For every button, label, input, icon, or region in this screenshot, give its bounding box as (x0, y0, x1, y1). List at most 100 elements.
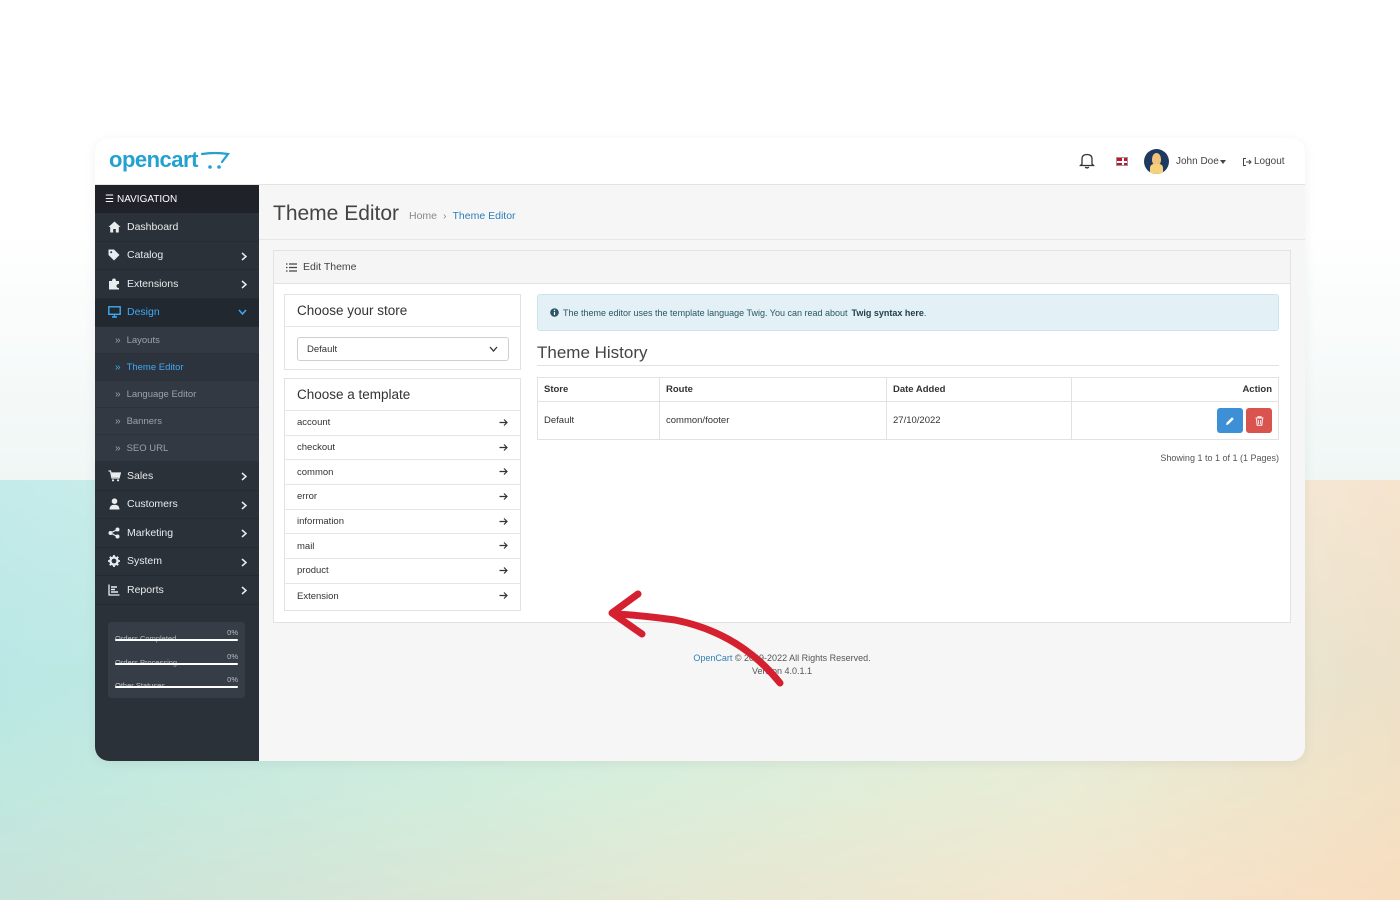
sidebar-item-dashboard[interactable]: Dashboard (95, 213, 259, 242)
stat-other-statuses: Other Statuses 0% (115, 675, 238, 699)
history-divider (537, 365, 1279, 366)
alert-end: . (923, 307, 927, 318)
navigation-label: NAVIGATION (116, 193, 178, 205)
bell-icon[interactable] (1079, 152, 1095, 169)
arrow-right-icon (499, 517, 508, 525)
logout-link[interactable]: Logout (1242, 156, 1285, 167)
sidebar-subitem-theme-editor[interactable]: » Theme Editor (95, 354, 259, 381)
sidebar-item-label: Marketing (127, 526, 174, 539)
bar-chart-icon (107, 584, 121, 596)
template-item-account[interactable]: account (285, 411, 520, 436)
header-divider (259, 239, 1305, 240)
template-item-error[interactable]: error (285, 485, 520, 510)
monitor-icon (107, 306, 121, 318)
template-box-title: Choose a template (285, 379, 520, 411)
twig-syntax-link[interactable]: Twig syntax here (852, 308, 924, 318)
caret-down-icon[interactable] (1220, 160, 1226, 164)
sidebar-subitem-label: Theme Editor (126, 361, 184, 373)
puzzle-icon (107, 278, 121, 290)
template-list: account checkout common error informatio… (285, 411, 520, 609)
arrow-right-icon (499, 567, 508, 575)
breadcrumb-home[interactable]: Home (409, 210, 437, 222)
logout-label: Logout (1254, 156, 1285, 167)
sidebar-item-label: Reports (127, 583, 164, 596)
sidebar-subitem-label: Layouts (126, 334, 160, 346)
sidebar-subitem-layouts[interactable]: » Layouts (95, 327, 259, 354)
chevron-right-icon (241, 586, 247, 595)
column-header-store[interactable]: Store (537, 377, 660, 402)
column-header-date-added[interactable]: Date Added (886, 377, 1072, 402)
sidebar-item-sales[interactable]: Sales (95, 462, 259, 491)
store-box: Choose your store Default (284, 294, 521, 370)
sidebar-item-label: Dashboard (127, 220, 179, 233)
share-icon (107, 527, 121, 539)
template-label: common (297, 466, 334, 478)
sign-out-icon (1243, 157, 1252, 166)
template-item-information[interactable]: information (285, 510, 520, 535)
arrow-right-icon (499, 419, 508, 426)
chevron-right-icon (241, 280, 247, 289)
sidebar-subitem-seo-url[interactable]: » SEO URL (95, 435, 259, 462)
template-label: checkout (297, 442, 336, 454)
template-label: product (297, 565, 329, 577)
tag-icon (107, 249, 121, 261)
template-item-mail[interactable]: mail (285, 534, 520, 560)
sidebar-item-system[interactable]: System (95, 548, 259, 576)
store-box-title: Choose your store (285, 295, 520, 327)
info-alert: The theme editor uses the template langu… (537, 294, 1279, 331)
chevron-down-icon (489, 346, 498, 352)
card-header: Edit Theme (274, 251, 1290, 284)
sidebar-item-marketing[interactable]: Marketing (95, 519, 259, 548)
sidebar-subitem-language-editor[interactable]: » Language Editor (95, 381, 259, 408)
template-item-common[interactable]: common (285, 460, 520, 486)
list-icon (286, 262, 297, 272)
chevron-right-icon (241, 557, 247, 567)
template-item-checkout[interactable]: checkout (285, 436, 520, 461)
cart-logo-icon (200, 151, 230, 169)
sidebar-item-customers[interactable]: Customers (95, 491, 259, 519)
theme-history-title: Theme History (537, 343, 648, 362)
sidebar-item-label: Customers (127, 498, 178, 511)
table-row: Default common/footer 27/10/2022 (537, 401, 1279, 440)
chevron-right-icon (241, 500, 247, 510)
flag-icon[interactable] (1116, 157, 1128, 166)
breadcrumb-current[interactable]: Theme Editor (453, 210, 516, 222)
template-label: Extension (297, 590, 339, 602)
sidebar: ☰ NAVIGATION Dashboard Catalog Extension… (95, 185, 259, 761)
sidebar-item-reports[interactable]: Reports (95, 576, 259, 605)
breadcrumb: Home › Theme Editor (409, 210, 516, 222)
app-window: opencart John Doe Logout ☰ NAVIGATION Da… (95, 138, 1305, 761)
cart-icon (107, 470, 121, 482)
stat-orders-completed: Orders Completed 0% (115, 628, 238, 652)
hamburger-icon: ☰ (105, 193, 114, 205)
opencart-logo[interactable]: opencart (109, 147, 230, 173)
cell-route: common/footer (659, 401, 887, 440)
double-chevron-icon: » (115, 442, 121, 454)
sidebar-item-extensions[interactable]: Extensions (95, 270, 259, 299)
navigation-header[interactable]: ☰ NAVIGATION (95, 185, 259, 213)
store-select-value: Default (307, 343, 338, 355)
stat-value: 0% (227, 675, 238, 684)
double-chevron-icon: » (115, 334, 121, 346)
delete-button[interactable] (1246, 408, 1272, 433)
red-arrow-annotation-icon (608, 590, 784, 687)
template-item-extension[interactable]: Extension (285, 584, 520, 609)
edit-button[interactable] (1217, 408, 1243, 433)
stat-value: 0% (227, 628, 238, 637)
store-select[interactable]: Default (297, 337, 509, 361)
sidebar-subitem-banners[interactable]: » Banners (95, 408, 259, 435)
user-name[interactable]: John Doe (1176, 156, 1219, 167)
sidebar-item-label: System (127, 555, 163, 568)
sidebar-item-catalog[interactable]: Catalog (95, 242, 259, 270)
stat-value: 0% (227, 651, 238, 661)
double-chevron-icon: » (115, 388, 121, 400)
top-bar: opencart John Doe Logout (95, 138, 1305, 185)
column-header-route[interactable]: Route (659, 377, 887, 402)
avatar[interactable] (1144, 149, 1169, 174)
template-item-product[interactable]: product (285, 559, 520, 584)
sidebar-item-label: Sales (127, 469, 154, 482)
sidebar-item-label: Design (127, 306, 160, 319)
sidebar-subitem-label: Banners (126, 415, 162, 427)
chevron-right-icon (241, 251, 247, 261)
sidebar-item-design[interactable]: Design (95, 298, 259, 327)
